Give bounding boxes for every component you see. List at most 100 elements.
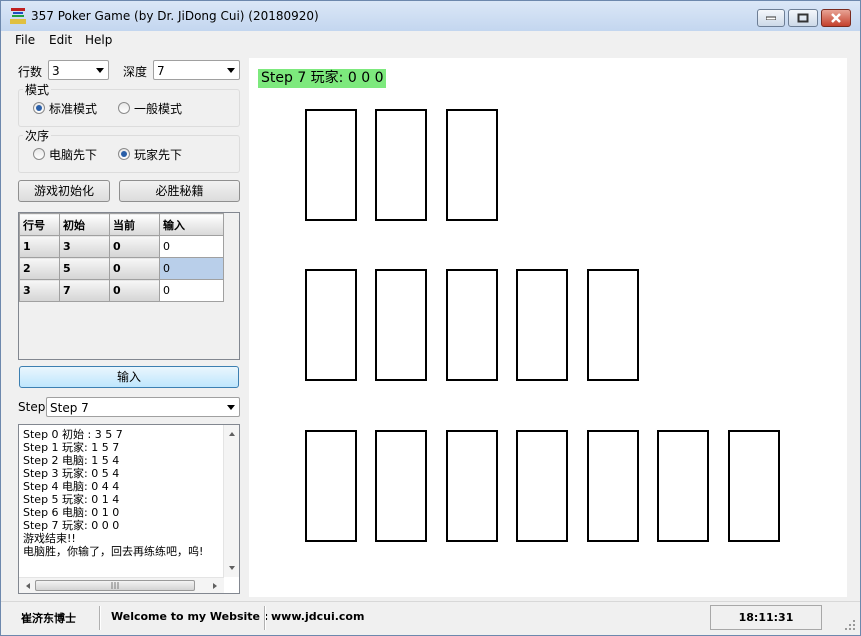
- poker-card[interactable]: [446, 109, 498, 221]
- log-line: Step 4 电脑: 0 4 4: [23, 480, 120, 493]
- winning-secret-button[interactable]: 必胜秘籍: [119, 180, 240, 202]
- title-bar[interactable]: 357 Poker Game (by Dr. JiDong Cui) (2018…: [1, 1, 860, 31]
- row-number-cell: 1: [19, 235, 60, 258]
- author-name: 崔济东博士: [21, 612, 76, 625]
- column-header[interactable]: 初始: [59, 213, 110, 236]
- initial-cell: 3: [59, 235, 110, 258]
- table-header-row: 行号 初始 当前 输入: [19, 213, 224, 236]
- status-divider: [264, 606, 266, 630]
- input-cell[interactable]: 0: [159, 235, 224, 258]
- website-link[interactable]: www.jdcui.com: [271, 610, 364, 623]
- menu-file[interactable]: File: [15, 33, 35, 47]
- rows-grid: 行号 初始 当前 输入 1 3 0 0 2 5 0 0 3 7 0 0: [18, 212, 240, 360]
- mode-standard-label[interactable]: 标准模式: [49, 100, 97, 117]
- game-log[interactable]: Step 0 初始 : 3 5 7 Step 1 玩家: 1 5 7 Step …: [18, 424, 240, 594]
- app-window: 357 Poker Game (by Dr. JiDong Cui) (2018…: [0, 0, 861, 636]
- table-row: 1 3 0 0: [19, 235, 224, 258]
- board-status-label: Step 7 玩家: 0 0 0: [258, 69, 387, 88]
- mode-standard-radio[interactable]: [33, 102, 45, 114]
- step-label: Step: [18, 400, 46, 414]
- scroll-right-icon: [213, 583, 217, 589]
- minimize-button[interactable]: [757, 9, 785, 27]
- menu-help[interactable]: Help: [85, 33, 112, 47]
- minimize-icon: [766, 16, 776, 20]
- log-line: Step 3 玩家: 0 5 4: [23, 467, 120, 480]
- column-header[interactable]: 当前: [109, 213, 160, 236]
- initial-cell: 7: [59, 279, 110, 302]
- rows-label: 行数: [18, 65, 43, 79]
- order-computer-first-label[interactable]: 电脑先下: [49, 146, 97, 163]
- poker-card[interactable]: [657, 430, 709, 542]
- order-player-first-radio[interactable]: [118, 148, 130, 160]
- menu-edit[interactable]: Edit: [49, 33, 72, 47]
- poker-card[interactable]: [375, 430, 427, 542]
- log-line: Step 0 初始 : 3 5 7: [23, 428, 123, 441]
- menu-bar: File Edit Help: [1, 31, 860, 50]
- game-board[interactable]: Step 7 玩家: 0 0 0: [249, 58, 847, 597]
- scroll-up-icon: [229, 432, 235, 436]
- depth-select[interactable]: 7: [153, 60, 240, 80]
- current-cell: 0: [109, 279, 160, 302]
- log-line: Step 1 玩家: 1 5 7: [23, 441, 120, 454]
- close-button[interactable]: [821, 9, 851, 27]
- status-bar: 崔济东博士 Welcome to my Website : www.jdcui.…: [1, 601, 860, 635]
- step-select[interactable]: Step 7: [46, 397, 240, 417]
- welcome-text: Welcome to my Website :: [111, 610, 269, 623]
- mode-normal-radio[interactable]: [118, 102, 130, 114]
- app-icon: [10, 8, 26, 24]
- log-line: Step 6 电脑: 0 1 0: [23, 506, 120, 519]
- rows-select-value: 3: [52, 64, 60, 78]
- row-number-cell: 2: [19, 257, 60, 280]
- input-cell[interactable]: 0: [159, 257, 224, 280]
- table-row: 2 5 0 0: [19, 257, 224, 280]
- chevron-down-icon: [227, 405, 235, 410]
- chevron-down-icon: [227, 68, 235, 73]
- depth-label: 深度: [123, 65, 148, 79]
- log-vertical-scrollbar[interactable]: [223, 425, 239, 577]
- scroll-down-icon: [229, 566, 235, 570]
- poker-card[interactable]: [587, 430, 639, 542]
- current-cell: 0: [109, 235, 160, 258]
- row-number-cell: 3: [19, 279, 60, 302]
- mode-normal-label[interactable]: 一般模式: [134, 100, 182, 117]
- poker-card[interactable]: [305, 269, 357, 381]
- column-header[interactable]: 输入: [159, 213, 224, 236]
- status-divider: [99, 606, 101, 630]
- poker-card[interactable]: [516, 269, 568, 381]
- order-group-title: 次序: [23, 127, 52, 144]
- input-button[interactable]: 输入: [19, 366, 239, 388]
- column-header[interactable]: 行号: [19, 213, 60, 236]
- log-line: 游戏结束!!: [23, 532, 76, 545]
- input-cell[interactable]: 0: [159, 279, 224, 302]
- poker-card[interactable]: [375, 269, 427, 381]
- maximize-icon: [797, 13, 809, 23]
- order-player-first-label[interactable]: 玩家先下: [134, 146, 182, 163]
- rows-select[interactable]: 3: [48, 60, 109, 80]
- log-line: Step 7 玩家: 0 0 0: [23, 519, 120, 532]
- current-cell: 0: [109, 257, 160, 280]
- init-game-button[interactable]: 游戏初始化: [18, 180, 110, 202]
- table-row: 3 7 0 0: [19, 279, 224, 302]
- chevron-down-icon: [96, 68, 104, 73]
- step-select-value: Step 7: [50, 401, 89, 415]
- poker-card[interactable]: [446, 269, 498, 381]
- order-computer-first-radio[interactable]: [33, 148, 45, 160]
- maximize-button[interactable]: [788, 9, 818, 27]
- log-line: Step 5 玩家: 0 1 4: [23, 493, 120, 506]
- window-title: 357 Poker Game (by Dr. JiDong Cui) (2018…: [31, 9, 319, 23]
- poker-card[interactable]: [446, 430, 498, 542]
- log-line: Step 2 电脑: 1 5 4: [23, 454, 120, 467]
- poker-card[interactable]: [587, 269, 639, 381]
- close-icon: [831, 13, 841, 23]
- log-horizontal-scrollbar[interactable]: [19, 577, 224, 593]
- rows-table: 行号 初始 当前 输入 1 3 0 0 2 5 0 0 3 7 0 0: [19, 213, 224, 302]
- poker-card[interactable]: [375, 109, 427, 221]
- resize-grip-icon[interactable]: [844, 619, 856, 631]
- poker-card[interactable]: [305, 109, 357, 221]
- poker-card[interactable]: [728, 430, 780, 542]
- scroll-thumb[interactable]: [35, 580, 195, 591]
- poker-card[interactable]: [305, 430, 357, 542]
- poker-card[interactable]: [516, 430, 568, 542]
- depth-select-value: 7: [157, 64, 165, 78]
- clock-display: 18:11:31: [710, 605, 822, 630]
